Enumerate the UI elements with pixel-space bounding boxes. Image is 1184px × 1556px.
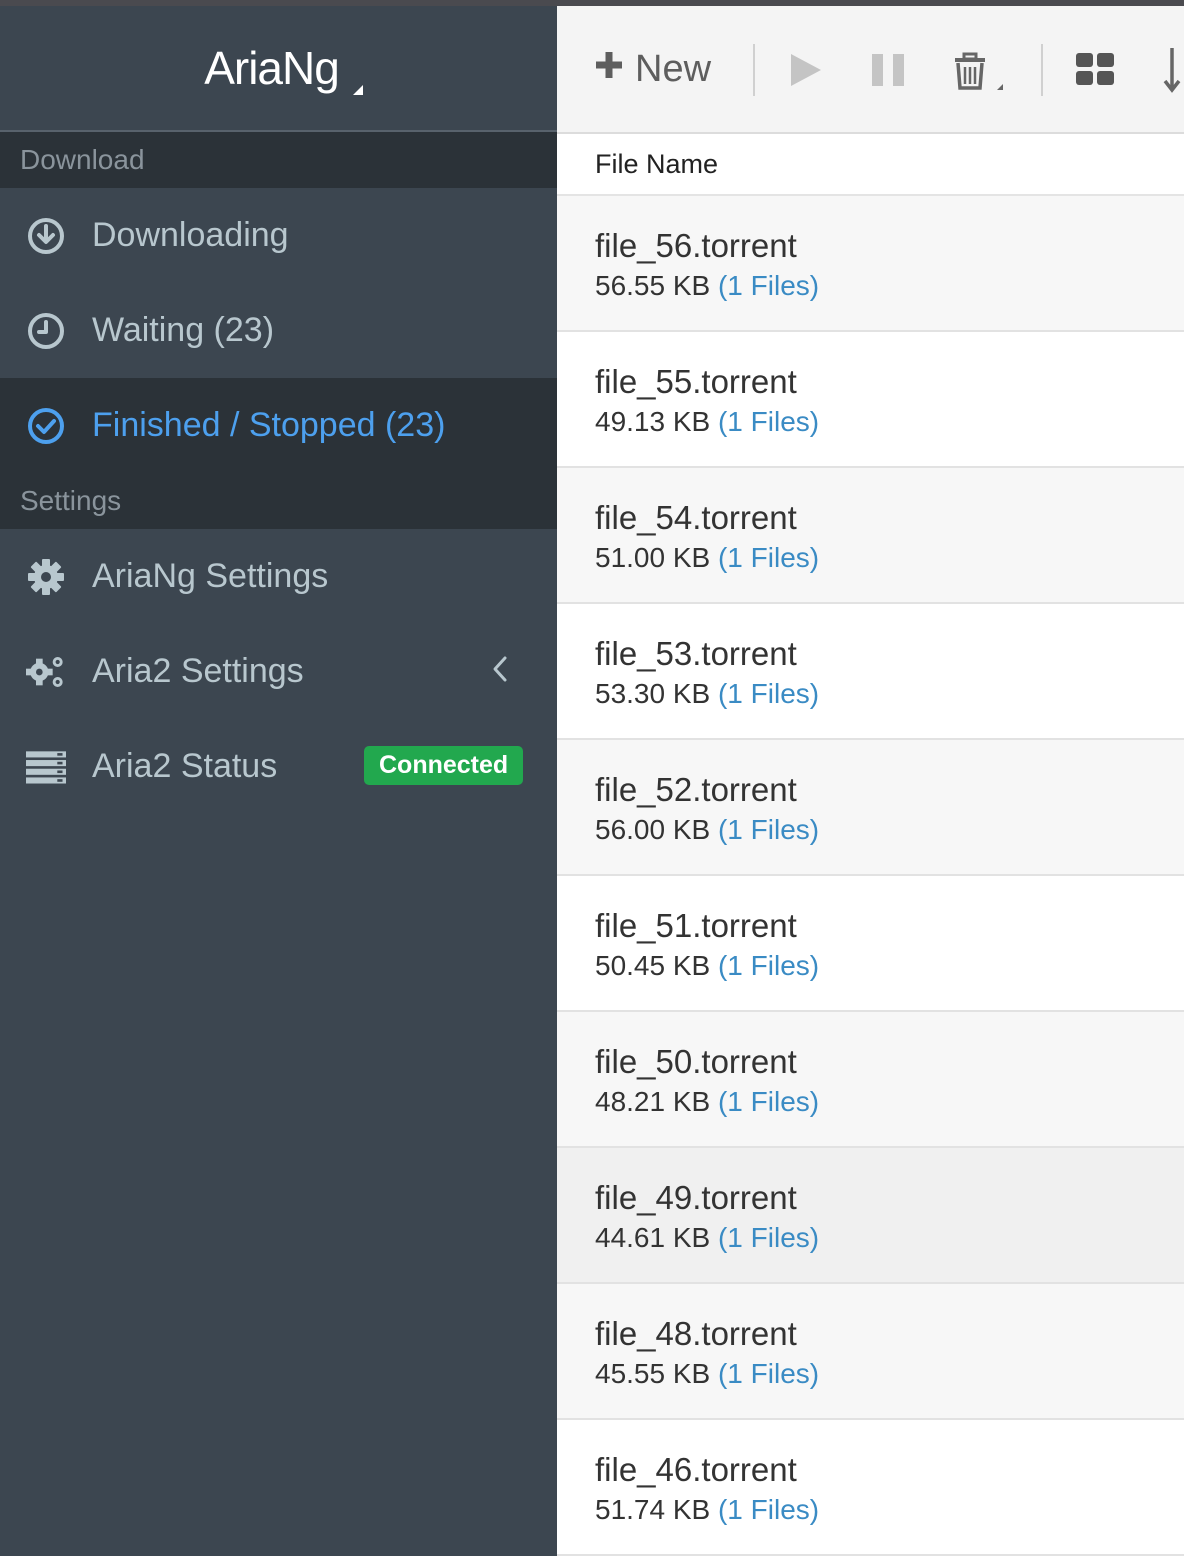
app-title: AriaNg [204,42,340,94]
file-size: 48.21 KB [595,1086,711,1117]
file-count-link[interactable]: (1 Files) [718,814,819,845]
column-header-file-name[interactable]: File Name [557,134,1184,196]
task-row[interactable]: file_49.torrent 44.61 KB (1 Files) [557,1148,1184,1284]
file-name: file_51.torrent [595,907,797,944]
file-name: file_46.torrent [595,1451,797,1488]
file-count-link[interactable]: (1 Files) [718,542,819,573]
task-list: file_56.torrent 56.55 KB (1 Files) file_… [557,196,1184,1556]
pause-button[interactable] [870,52,906,93]
file-size: 56.55 KB [595,270,711,301]
file-count-link[interactable]: (1 Files) [718,1494,819,1525]
file-count-link[interactable]: (1 Files) [718,1086,819,1117]
file-name: file_49.torrent [595,1179,797,1216]
toolbar: New [557,6,1184,134]
file-size: 45.55 KB [595,1358,711,1389]
gear-icon [26,557,66,597]
file-size: 49.13 KB [595,406,711,437]
clock-icon [26,311,66,351]
sort-arrow-icon [1161,48,1183,98]
gears-icon [26,652,66,692]
file-name: file_50.torrent [595,1043,797,1080]
section-header-download: Download [0,132,557,188]
download-circle-icon [26,216,66,256]
status-badge: Connected [364,746,524,785]
sidebar-item-label: AriaNg Settings [92,557,329,595]
toolbar-divider [753,44,755,96]
sidebar-item-aria2-settings[interactable]: Aria2 Settings [0,624,557,719]
file-name: file_55.torrent [595,363,797,400]
file-size: 56.00 KB [595,814,711,845]
sidebar-item-finished-stopped[interactable]: Finished / Stopped (23) [0,378,557,473]
caret-down-icon [352,85,363,95]
file-size: 51.74 KB [595,1494,711,1525]
file-name: file_48.torrent [595,1315,797,1352]
sidebar-item-ariang-settings[interactable]: AriaNg Settings [0,529,557,624]
main-content: New File Name file_56.torrent 56.55 KB (… [557,6,1184,1556]
task-row[interactable]: file_46.torrent 51.74 KB (1 Files) [557,1420,1184,1556]
sidebar-item-waiting[interactable]: Waiting (23) [0,283,557,378]
file-size: 53.30 KB [595,678,711,709]
sidebar-item-aria2-status[interactable]: Aria2 Status Connected [0,719,557,814]
task-row[interactable]: file_53.torrent 53.30 KB (1 Files) [557,604,1184,740]
sidebar-item-label: Aria2 Status [92,747,278,785]
new-button-label: New [635,48,712,90]
task-row[interactable]: file_51.torrent 50.45 KB (1 Files) [557,876,1184,1012]
grid-icon [1075,53,1115,90]
new-task-button[interactable]: New [593,48,711,91]
file-name: file_53.torrent [595,635,797,672]
file-size: 51.00 KB [595,542,711,573]
sidebar-item-downloading[interactable]: Downloading [0,188,557,283]
task-row[interactable]: file_55.torrent 49.13 KB (1 Files) [557,332,1184,468]
file-count-link[interactable]: (1 Files) [718,950,819,981]
file-count-link[interactable]: (1 Files) [718,270,819,301]
trash-icon [953,52,1003,100]
check-circle-icon [26,406,66,446]
plus-icon [593,48,625,91]
file-size: 50.45 KB [595,950,711,981]
chevron-left-icon[interactable] [490,654,510,693]
sidebar: AriaNg Download Downloading Waiting (23)… [0,6,557,1556]
file-count-link[interactable]: (1 Files) [718,678,819,709]
toolbar-divider [1041,44,1043,96]
task-row[interactable]: file_50.torrent 48.21 KB (1 Files) [557,1012,1184,1148]
sort-button[interactable] [1161,46,1183,99]
brand-header[interactable]: AriaNg [0,6,557,132]
task-row[interactable]: file_52.torrent 56.00 KB (1 Files) [557,740,1184,876]
file-count-link[interactable]: (1 Files) [718,1358,819,1389]
delete-button[interactable] [953,52,1003,101]
file-name: file_52.torrent [595,771,797,808]
file-size: 44.61 KB [595,1222,711,1253]
file-name: file_54.torrent [595,499,797,536]
server-icon [26,747,66,787]
display-mode-button[interactable] [1075,52,1115,91]
sidebar-item-label: Finished / Stopped (23) [92,406,446,444]
play-icon [789,54,823,92]
task-row[interactable]: file_48.torrent 45.55 KB (1 Files) [557,1284,1184,1420]
section-header-settings: Settings [0,473,557,529]
pause-icon [870,54,906,92]
sidebar-item-label: Waiting (23) [92,311,275,349]
sidebar-item-label: Aria2 Settings [92,652,304,690]
file-count-link[interactable]: (1 Files) [718,406,819,437]
task-row[interactable]: file_56.torrent 56.55 KB (1 Files) [557,196,1184,332]
start-button[interactable] [789,52,823,93]
file-name: file_56.torrent [595,227,797,264]
file-count-link[interactable]: (1 Files) [718,1222,819,1253]
sidebar-item-label: Downloading [92,216,289,254]
task-row[interactable]: file_54.torrent 51.00 KB (1 Files) [557,468,1184,604]
